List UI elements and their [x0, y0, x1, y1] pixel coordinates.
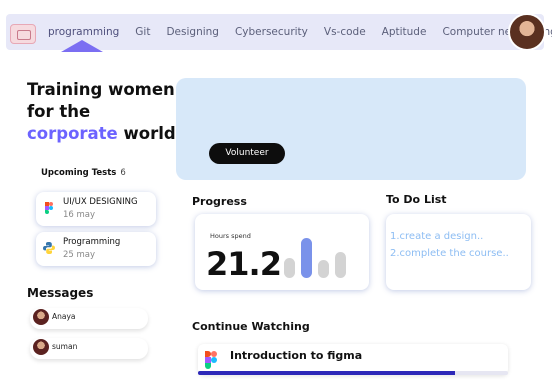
contact-avatar	[33, 339, 49, 355]
course-progress-track	[198, 371, 508, 375]
contact-name: suman	[52, 342, 78, 351]
hero-banner	[176, 78, 526, 180]
contact-name: Anaya	[52, 312, 76, 321]
test-date: 16 may	[63, 210, 96, 220]
nav-item-vs-code[interactable]: Vs-code	[316, 26, 374, 38]
upcoming-tests-heading: Upcoming Tests 6	[41, 168, 126, 178]
hero-title-accent: corporate	[27, 124, 118, 143]
hours-spent-value: 21.2	[206, 245, 282, 283]
continue-watching-card[interactable]: Introduction to figma	[198, 344, 508, 375]
hero-title-part2: world	[117, 124, 176, 143]
nav-item-cybersecurity[interactable]: Cybersecurity	[227, 26, 316, 38]
message-contact[interactable]: suman	[30, 338, 148, 359]
messages-heading: Messages	[27, 286, 94, 300]
nav-item-aptitude[interactable]: Aptitude	[374, 26, 435, 38]
upcoming-tests-title: Upcoming Tests	[41, 168, 117, 178]
nav-item-git[interactable]: Git	[127, 26, 158, 38]
course-progress-fill	[198, 371, 456, 375]
contact-avatar	[33, 309, 49, 325]
activity-bar	[318, 260, 329, 278]
todo-card: 1.create a design.. 2.complete the cours…	[386, 214, 531, 290]
upcoming-tests-count: 6	[120, 168, 126, 178]
activity-bar-highlighted	[301, 238, 312, 278]
continue-watching-heading: Continue Watching	[192, 320, 310, 333]
python-icon	[43, 242, 55, 254]
activity-bar	[284, 258, 295, 278]
hero-title-part1: Training women for the	[27, 80, 175, 121]
figma-icon	[205, 351, 217, 369]
hero-heading: Training women for the corporate world	[27, 79, 177, 145]
progress-card: Hours spend 21.2	[195, 214, 369, 290]
todo-heading: To Do List	[386, 193, 447, 206]
course-title: Introduction to figma	[230, 349, 363, 362]
hours-spent-label: Hours spend	[210, 232, 251, 240]
test-name: UI/UX DESIGNING	[63, 197, 138, 207]
app-logo[interactable]	[10, 24, 36, 44]
todo-item[interactable]: 1.create a design..	[390, 231, 483, 242]
user-avatar[interactable]	[508, 13, 546, 51]
test-name: Programming	[63, 237, 121, 247]
progress-heading: Progress	[192, 195, 247, 208]
nav-item-programming[interactable]: programming	[40, 26, 127, 38]
figma-icon	[45, 202, 53, 214]
nav-item-designing[interactable]: Designing	[158, 26, 227, 38]
volunteer-button[interactable]: Volunteer	[209, 143, 285, 164]
test-date: 25 may	[63, 250, 96, 260]
test-card[interactable]: UI/UX DESIGNING 16 may	[36, 192, 156, 226]
todo-item[interactable]: 2.complete the course..	[390, 248, 509, 259]
active-nav-indicator	[61, 40, 103, 52]
message-contact[interactable]: Anaya	[30, 308, 148, 329]
test-card[interactable]: Programming 25 may	[36, 232, 156, 266]
activity-bar	[335, 252, 346, 278]
course-category-nav: programming Git Designing Cybersecurity …	[40, 14, 552, 50]
